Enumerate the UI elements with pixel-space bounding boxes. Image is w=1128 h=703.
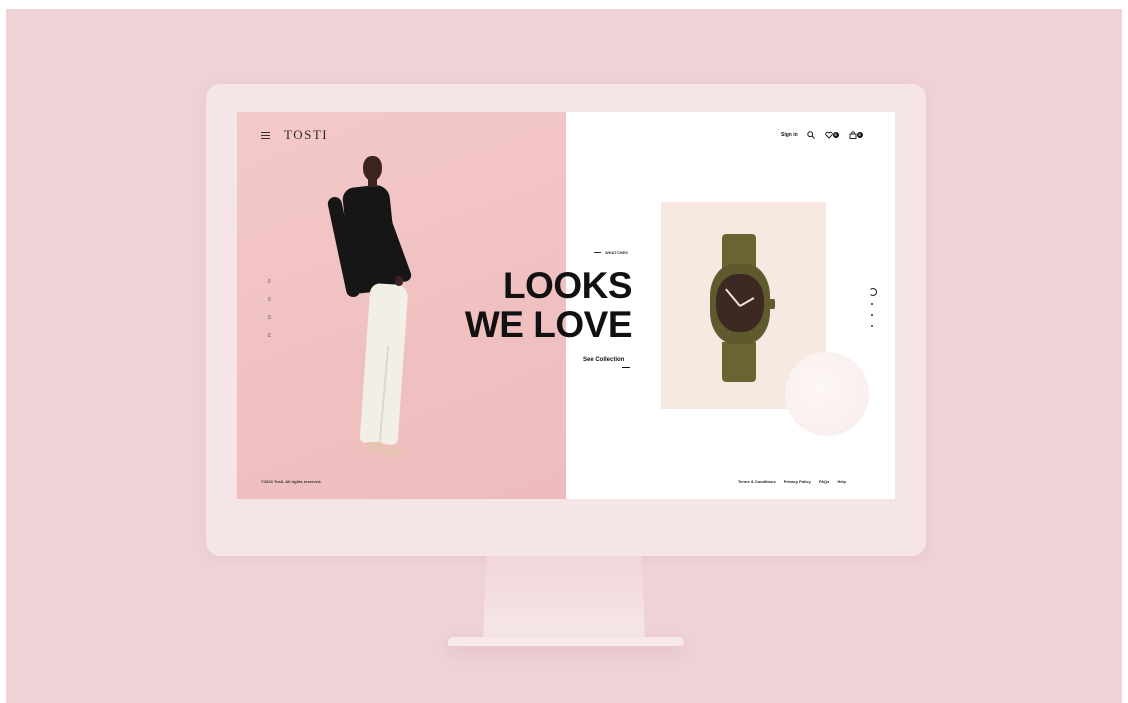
wishlist-count-badge: 0 (832, 132, 839, 138)
slide-dot-active[interactable] (869, 288, 877, 296)
headline-line-1: LOOKS (502, 265, 633, 306)
pager-item[interactable]: 01 (254, 277, 272, 285)
menu-icon[interactable] (261, 132, 270, 139)
search-icon[interactable] (806, 131, 816, 139)
monitor-stand (483, 556, 645, 640)
slide-dot[interactable] (871, 314, 873, 316)
monitor-base (448, 637, 684, 646)
terms-link[interactable]: Terms & Conditions (738, 479, 776, 484)
category-dash (594, 252, 601, 253)
watch-image[interactable] (705, 234, 785, 384)
pager-item[interactable]: 02 (254, 295, 272, 303)
category-text: WHATCHES (605, 250, 628, 255)
headline-line-2: WE LOVE (464, 304, 633, 345)
footer-links: Terms & Conditions Privacy Policy FAQs H… (738, 479, 846, 484)
cart-count-badge: 0 (856, 132, 863, 138)
website-screen: TOSTI 01 02 03 04 ©2020 Tosti. All right… (237, 112, 895, 499)
bag-icon[interactable]: 0 (849, 131, 863, 139)
privacy-link[interactable]: Privacy Policy (784, 479, 811, 484)
see-collection-link[interactable]: See Collection (583, 357, 624, 363)
pager-item[interactable]: 04 (254, 331, 272, 339)
pager-item[interactable]: 03 (254, 313, 272, 321)
faqs-link[interactable]: FAQs (819, 479, 829, 484)
copyright-text: ©2020 Tosti. All rights reserved. (261, 479, 322, 484)
cta-underline (622, 367, 630, 368)
slide-pager: 01 02 03 04 (259, 272, 272, 344)
decorative-circle (785, 352, 869, 436)
slide-dot[interactable] (871, 325, 873, 327)
help-link[interactable]: Help (837, 479, 846, 484)
logo[interactable]: TOSTI (284, 127, 328, 143)
heart-icon[interactable]: 0 (824, 131, 839, 139)
hero-headline: LOOKS WE LOVE (440, 265, 633, 345)
model-photo (326, 156, 457, 486)
slide-indicator (869, 288, 877, 336)
top-nav: Sign in 0 0 (781, 131, 863, 139)
slide-dot[interactable] (871, 303, 873, 305)
category-label: WHATCHES (594, 250, 628, 255)
signin-link[interactable]: Sign in (781, 132, 798, 138)
